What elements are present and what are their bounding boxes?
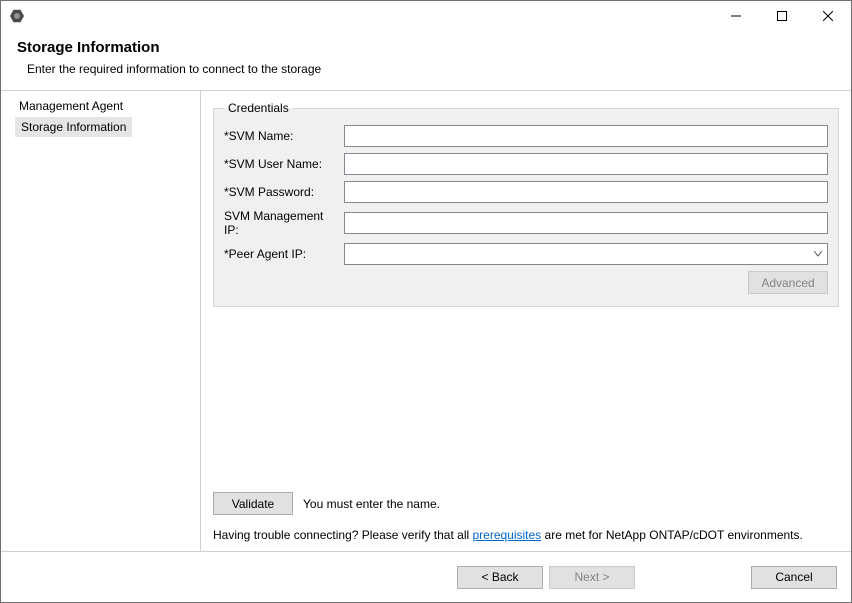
main-panel: Credentials *SVM Name: *SVM User Name: *… — [201, 91, 851, 551]
label-peer-agent: *Peer Agent IP: — [224, 247, 344, 261]
row-svm-name: *SVM Name: — [224, 125, 828, 147]
label-svm-name: *SVM Name: — [224, 129, 344, 143]
row-svm-password: *SVM Password: — [224, 181, 828, 203]
help-suffix: are met for NetApp ONTAP/cDOT environmen… — [541, 528, 803, 542]
minimize-button[interactable] — [713, 1, 759, 31]
row-mgmt-ip: SVM Management IP: — [224, 209, 828, 237]
validate-message: You must enter the name. — [303, 497, 440, 511]
peer-agent-dropdown[interactable] — [344, 243, 828, 265]
row-svm-user: *SVM User Name: — [224, 153, 828, 175]
page-subtitle: Enter the required information to connec… — [17, 62, 835, 76]
credentials-legend: Credentials — [224, 101, 293, 115]
maximize-button[interactable] — [759, 1, 805, 31]
mgmt-ip-input[interactable] — [344, 212, 828, 234]
close-button[interactable] — [805, 1, 851, 31]
sidebar-item-storage-information[interactable]: Storage Information — [15, 117, 132, 137]
footer: < Back Next > Cancel — [1, 552, 851, 602]
svm-user-input[interactable] — [344, 153, 828, 175]
window-controls — [713, 1, 851, 31]
titlebar — [1, 1, 851, 31]
help-text: Having trouble connecting? Please verify… — [213, 527, 839, 543]
svm-name-input[interactable] — [344, 125, 828, 147]
content: Management Agent Storage Information Cre… — [1, 90, 851, 552]
validate-area: Validate You must enter the name. Having… — [213, 482, 839, 543]
credentials-group: Credentials *SVM Name: *SVM User Name: *… — [213, 101, 839, 307]
advanced-button[interactable]: Advanced — [748, 271, 828, 294]
prerequisites-link[interactable]: prerequisites — [472, 528, 541, 542]
header: Storage Information Enter the required i… — [1, 31, 851, 90]
wizard-window: Storage Information Enter the required i… — [0, 0, 852, 603]
label-mgmt-ip: SVM Management IP: — [224, 209, 344, 237]
row-peer-agent: *Peer Agent IP: — [224, 243, 828, 265]
label-svm-password: *SVM Password: — [224, 185, 344, 199]
next-button[interactable]: Next > — [549, 566, 635, 589]
validate-button[interactable]: Validate — [213, 492, 293, 515]
label-svm-user: *SVM User Name: — [224, 157, 344, 171]
back-button[interactable]: < Back — [457, 566, 543, 589]
sidebar-item-management-agent[interactable]: Management Agent — [1, 95, 200, 117]
help-prefix: Having trouble connecting? Please verify… — [213, 528, 472, 542]
cancel-button[interactable]: Cancel — [751, 566, 837, 589]
sidebar: Management Agent Storage Information — [1, 91, 201, 551]
app-icon — [9, 8, 25, 24]
page-title: Storage Information — [17, 39, 835, 56]
svm-password-input[interactable] — [344, 181, 828, 203]
